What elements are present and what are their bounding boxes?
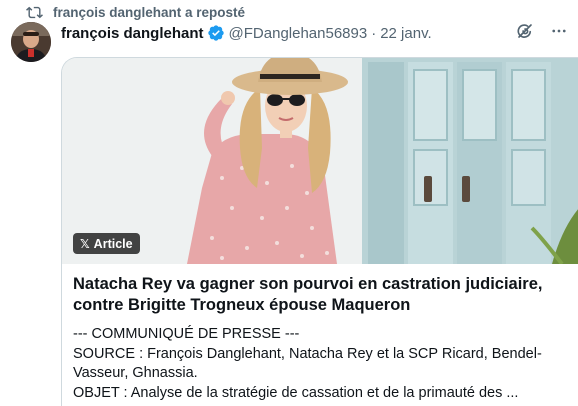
verified-badge-icon bbox=[207, 25, 224, 41]
article-badge-label: Article bbox=[93, 236, 133, 251]
repost-indicator[interactable]: françois danglehant a reposté bbox=[26, 3, 245, 21]
more-icon[interactable] bbox=[550, 22, 568, 40]
article-excerpt: --- COMMUNIQUÉ DE PRESSE --- SOURCE : Fr… bbox=[73, 325, 567, 403]
repost-text: françois danglehant a reposté bbox=[53, 4, 246, 20]
excerpt-line-2: SOURCE : François Danglehant, Natacha Re… bbox=[73, 345, 542, 382]
author-handle[interactable]: @FDanglehan56893 bbox=[229, 25, 368, 42]
repost-icon bbox=[26, 6, 43, 18]
article-badge: 𝕏 Article bbox=[73, 233, 140, 254]
excerpt-line-1: --- COMMUNIQUÉ DE PRESSE --- bbox=[73, 326, 300, 342]
author-name[interactable]: françois danglehant bbox=[61, 25, 204, 42]
header-actions bbox=[516, 22, 568, 40]
article-card[interactable]: 𝕏 Article Natacha Rey va gagner son pour… bbox=[61, 57, 578, 406]
x-logo-icon: 𝕏 bbox=[80, 236, 90, 251]
separator-dot: · bbox=[371, 24, 377, 42]
grok-icon[interactable] bbox=[516, 22, 534, 40]
tweet-header: françois danglehant @FDanglehan56893 · 2… bbox=[61, 22, 578, 44]
excerpt-line-3: OBJET : Analyse de la stratégie de cassa… bbox=[73, 384, 519, 401]
article-title[interactable]: Natacha Rey va gagner son pourvoi en cas… bbox=[73, 274, 567, 316]
article-body: Natacha Rey va gagner son pourvoi en cas… bbox=[62, 264, 578, 403]
tweet-date[interactable]: 22 janv. bbox=[380, 25, 431, 42]
author-avatar[interactable] bbox=[11, 22, 51, 62]
article-image: 𝕏 Article bbox=[62, 58, 578, 264]
